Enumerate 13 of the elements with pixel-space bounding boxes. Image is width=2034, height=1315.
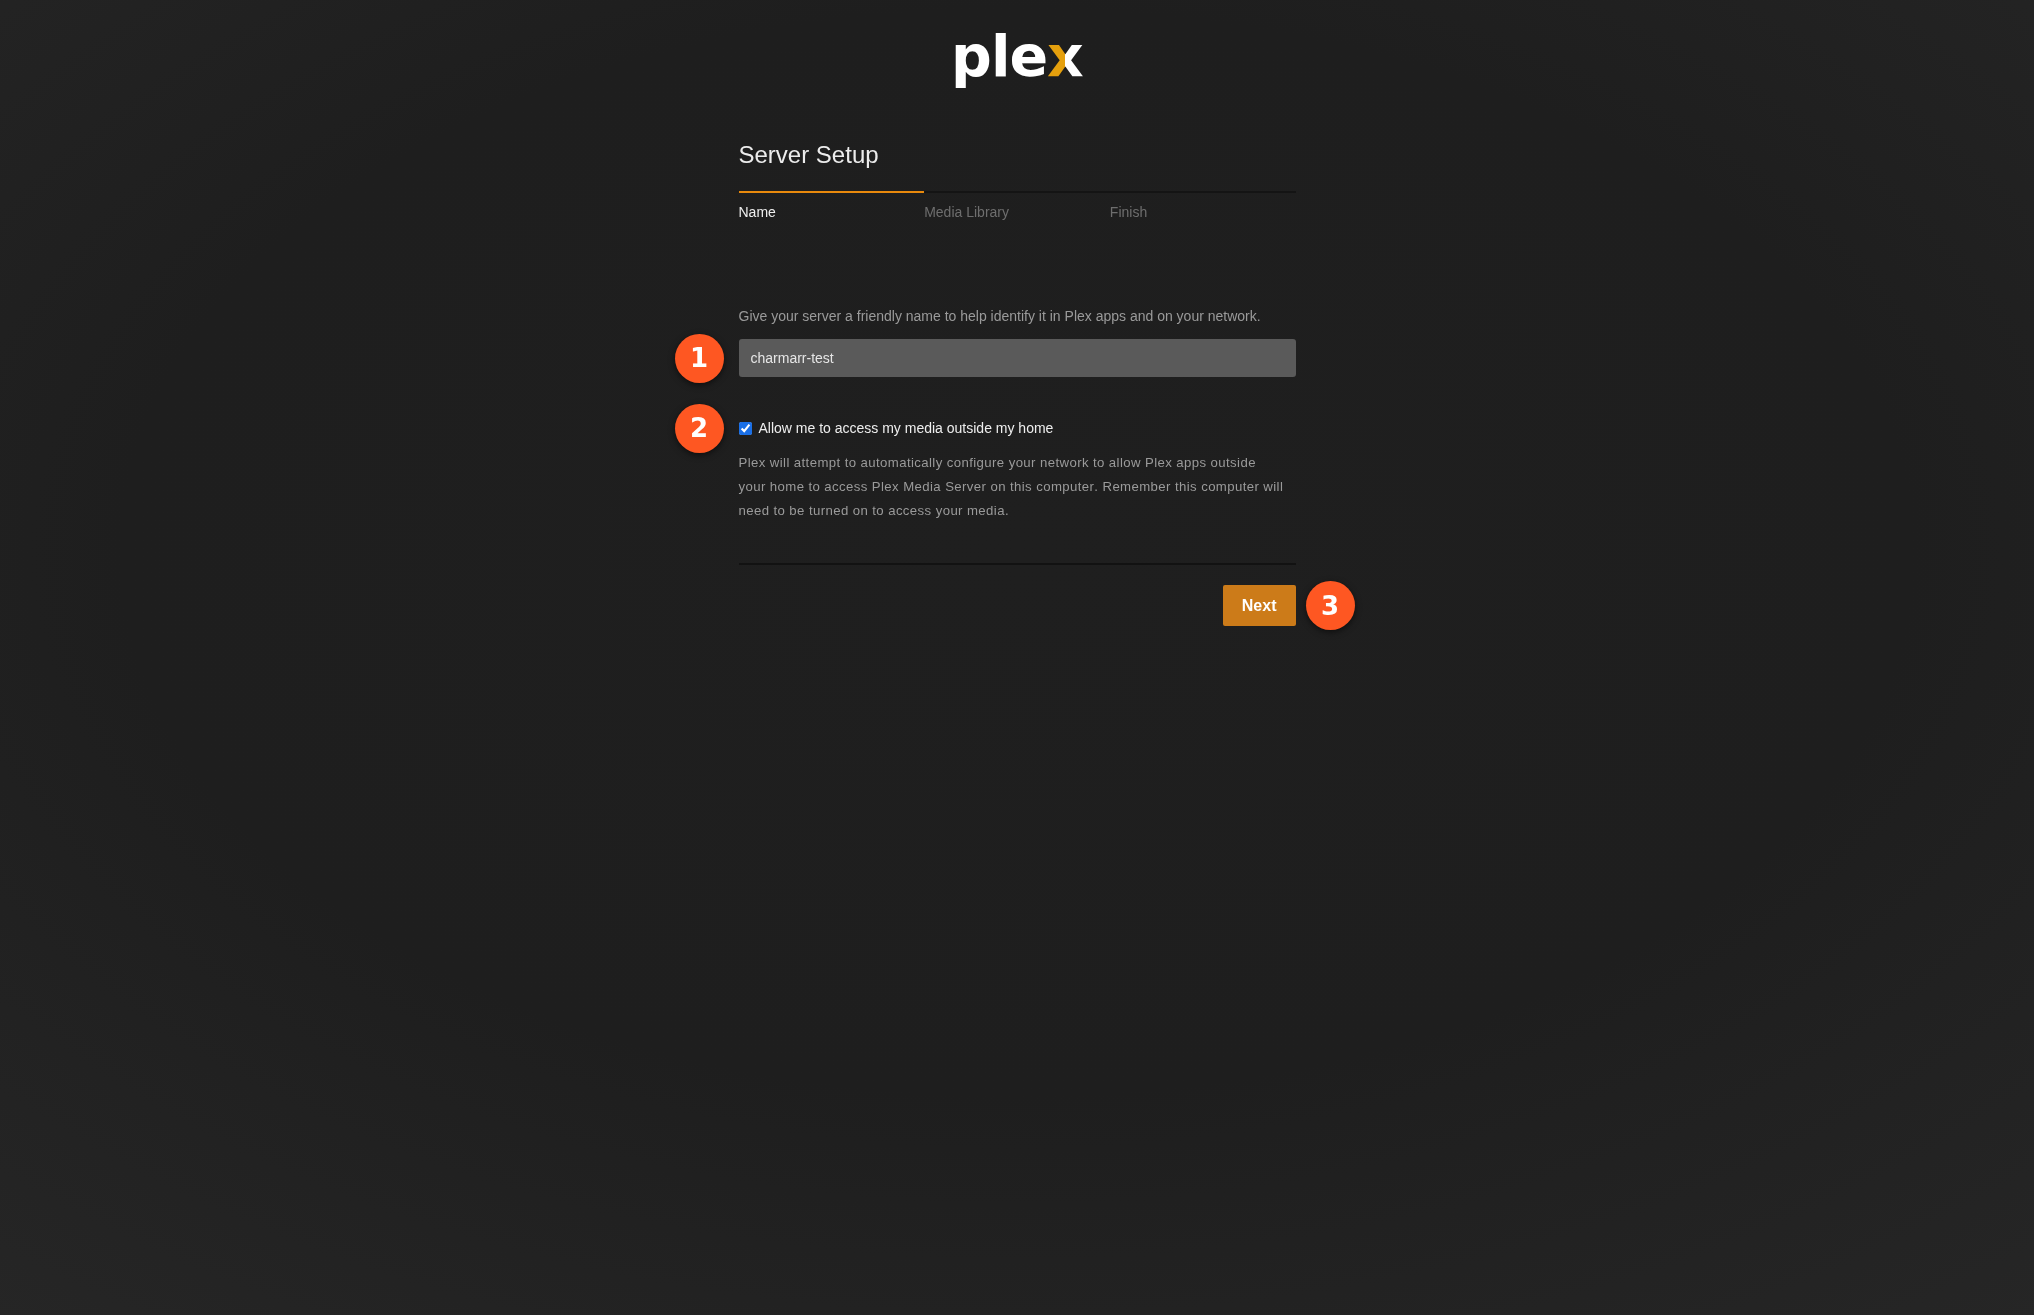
step-number-marker: 1 bbox=[674, 333, 724, 383]
checkbox-label[interactable]: Allow me to access my media outside my home bbox=[758, 418, 1054, 438]
page-title: Server Setup bbox=[738, 141, 880, 169]
setup-step-indicator: Finish bbox=[1109, 191, 1296, 222]
server-name-input[interactable]: charmarr-test bbox=[738, 339, 1296, 377]
step-number-marker: 2 bbox=[674, 403, 724, 453]
help-text: Plex will attempt to automatically configure your network to allow Plex apps outside your home to access Plex Media Server on this computer. Remember this computer will need to be turned on to access your media. bbox=[738, 454, 1285, 520]
setup-step-indicator: Media Library bbox=[924, 191, 1110, 222]
step-number-marker: 3 bbox=[1305, 581, 1355, 630]
next-button[interactable]: Next bbox=[1222, 585, 1296, 626]
setup-step-indicator: Name bbox=[738, 191, 925, 222]
field-description: Give your server a friendly name to help identify it in Plex apps and on your network. bbox=[738, 307, 1262, 326]
checkbox[interactable] bbox=[738, 421, 752, 435]
